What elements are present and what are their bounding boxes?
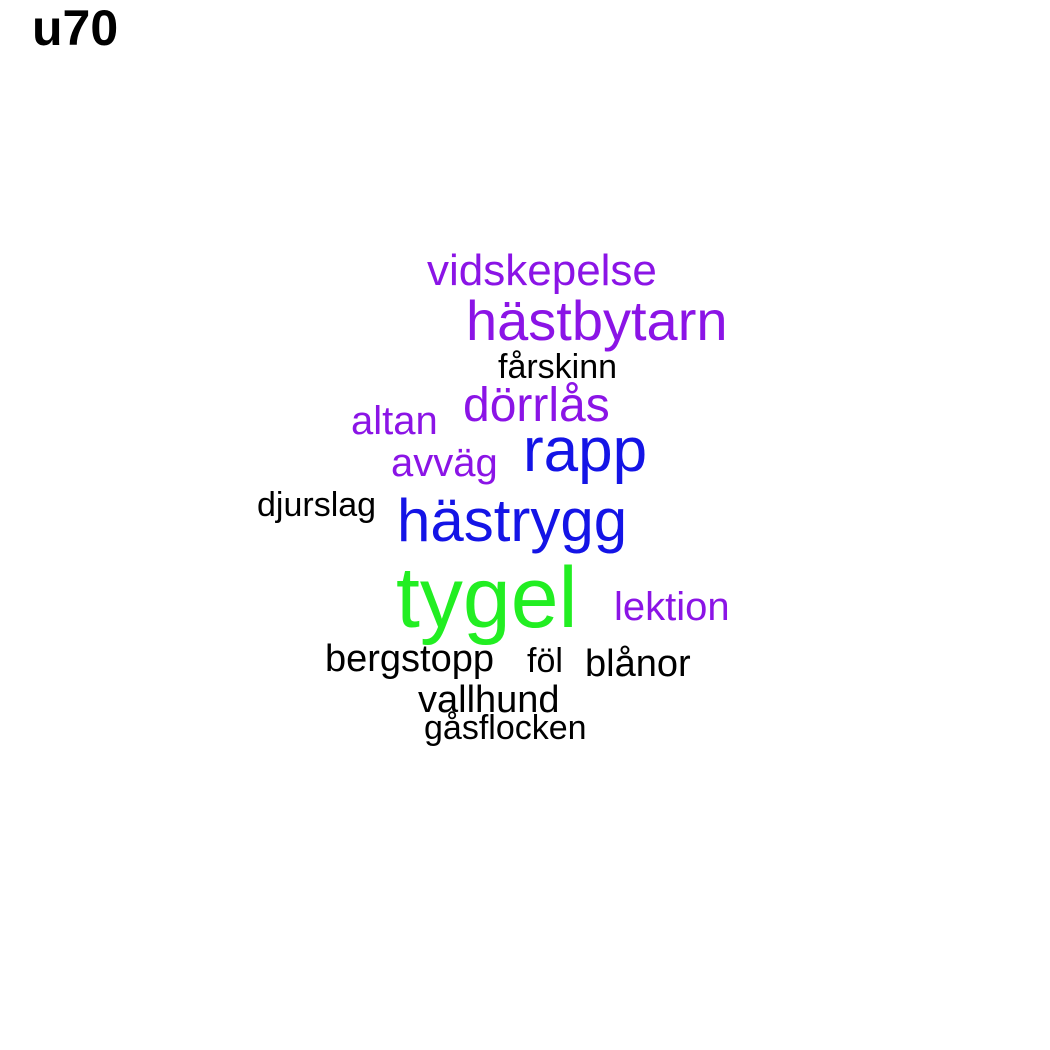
word-avvag: avväg xyxy=(391,441,498,485)
word-cloud: tygel hästrygg rapp hästbytarn vidskepel… xyxy=(0,0,1050,1050)
word-vidskepelse: vidskepelse xyxy=(427,246,657,295)
word-fol: föl xyxy=(527,642,563,680)
word-gasflocken: gåsflocken xyxy=(424,709,587,747)
word-hastbytarn: hästbytarn xyxy=(466,289,728,352)
word-farskinn: fårskinn xyxy=(498,348,618,386)
word-hastrygg: hästrygg xyxy=(397,487,628,554)
word-blanor: blånor xyxy=(585,643,691,685)
word-altan: altan xyxy=(351,399,438,443)
word-djurslag: djurslag xyxy=(257,486,377,524)
word-tygel: tygel xyxy=(396,550,578,646)
word-lektion: lektion xyxy=(614,585,730,629)
page: { "title": "u70", "colors": { "green": "… xyxy=(0,0,1050,1050)
word-bergstopp: bergstopp xyxy=(325,638,495,680)
word-dorrlas: dörrlås xyxy=(463,379,610,432)
